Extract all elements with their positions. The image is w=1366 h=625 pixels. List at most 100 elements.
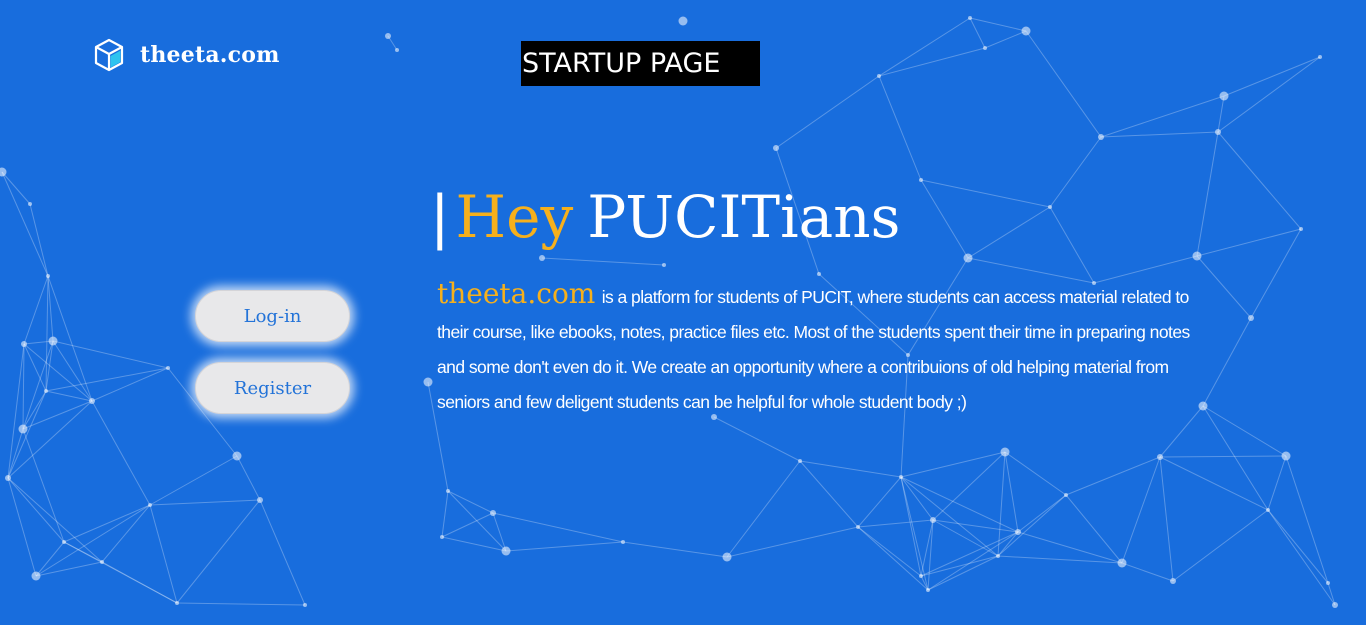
title-cursor: | xyxy=(430,183,450,251)
network-link xyxy=(492,512,507,552)
network-link xyxy=(1196,228,1302,257)
network-node xyxy=(46,274,50,278)
network-node xyxy=(963,253,973,263)
network-link xyxy=(1049,206,1095,284)
network-node xyxy=(983,46,987,50)
network-node xyxy=(385,33,391,39)
network-node xyxy=(232,451,242,461)
network-node xyxy=(678,16,688,26)
network-link xyxy=(1017,494,1067,533)
network-link xyxy=(1049,136,1102,208)
network-link xyxy=(1065,456,1161,496)
network-link xyxy=(1121,562,1174,582)
network-link xyxy=(505,541,624,552)
network-link xyxy=(1267,509,1329,584)
network-link xyxy=(1285,455,1329,584)
network-link xyxy=(1217,56,1321,133)
network-node xyxy=(175,601,179,605)
network-node xyxy=(423,377,433,387)
network-link xyxy=(236,455,261,501)
network-link xyxy=(799,460,902,478)
network-link xyxy=(857,526,922,577)
network-node xyxy=(490,510,496,516)
network-link xyxy=(441,512,494,538)
network-node xyxy=(446,489,450,493)
network-link xyxy=(927,555,999,591)
network-link xyxy=(101,561,178,604)
network-node xyxy=(930,517,936,523)
network-node xyxy=(440,535,444,539)
network-link xyxy=(22,340,54,430)
network-link xyxy=(1100,131,1219,138)
network-node xyxy=(899,475,903,479)
network-link xyxy=(22,400,93,430)
network-node xyxy=(996,554,1000,558)
network-node xyxy=(1219,91,1229,101)
network-node xyxy=(1170,578,1176,584)
network-link xyxy=(7,477,37,577)
network-node xyxy=(1326,581,1330,585)
network-link xyxy=(969,17,986,49)
network-node xyxy=(1266,508,1270,512)
network-node xyxy=(1117,558,1127,568)
network-link xyxy=(997,531,1019,557)
network-node xyxy=(877,74,881,78)
network-node xyxy=(856,525,860,529)
network-node xyxy=(18,424,28,434)
network-link xyxy=(176,499,261,604)
description-brand: theeta.com xyxy=(437,277,596,310)
network-link xyxy=(857,476,902,528)
network-node xyxy=(0,167,7,177)
platform-description: theeta.com is a platform for students of… xyxy=(437,276,1207,420)
network-link xyxy=(149,504,178,604)
network-node xyxy=(926,588,930,592)
network-link xyxy=(1172,509,1269,582)
network-node xyxy=(1248,315,1254,321)
register-button[interactable]: Register xyxy=(195,362,350,414)
network-link xyxy=(45,275,49,392)
network-node xyxy=(166,366,170,370)
network-link xyxy=(1065,494,1123,564)
network-link xyxy=(47,275,54,342)
network-link xyxy=(1267,509,1336,606)
site-logo[interactable]: theeta.com xyxy=(94,38,280,72)
network-link xyxy=(997,494,1067,557)
network-link xyxy=(622,541,728,558)
network-link xyxy=(1217,95,1225,133)
network-node xyxy=(148,503,152,507)
network-link xyxy=(775,75,880,149)
network-node xyxy=(919,574,923,578)
network-link xyxy=(1025,30,1102,138)
network-node xyxy=(1098,134,1104,140)
network-link xyxy=(45,367,169,392)
network-link xyxy=(7,390,47,479)
network-link xyxy=(91,367,169,402)
network-node xyxy=(621,540,625,544)
network-link xyxy=(23,275,49,345)
network-node xyxy=(722,552,732,562)
network-link xyxy=(1004,451,1067,496)
network-node xyxy=(1021,26,1031,36)
network-link xyxy=(920,179,1051,208)
network-link xyxy=(52,340,93,402)
network-node xyxy=(257,497,263,503)
network-link xyxy=(878,17,971,77)
network-link xyxy=(967,206,1051,259)
network-node xyxy=(62,540,66,544)
network-link xyxy=(1250,228,1302,319)
network-link xyxy=(29,203,49,277)
network-link xyxy=(7,477,103,563)
network-node xyxy=(1048,205,1052,209)
network-node xyxy=(100,560,104,564)
network-node xyxy=(539,255,545,261)
login-button[interactable]: Log-in xyxy=(195,290,350,342)
logo-text: theeta.com xyxy=(140,42,280,68)
network-node xyxy=(1015,529,1021,535)
network-node xyxy=(1192,251,1202,261)
network-link xyxy=(1100,95,1225,138)
network-node xyxy=(1157,454,1163,460)
network-node xyxy=(1318,55,1322,59)
network-link xyxy=(1196,131,1219,257)
network-node xyxy=(31,571,41,581)
network-link xyxy=(900,451,1006,478)
